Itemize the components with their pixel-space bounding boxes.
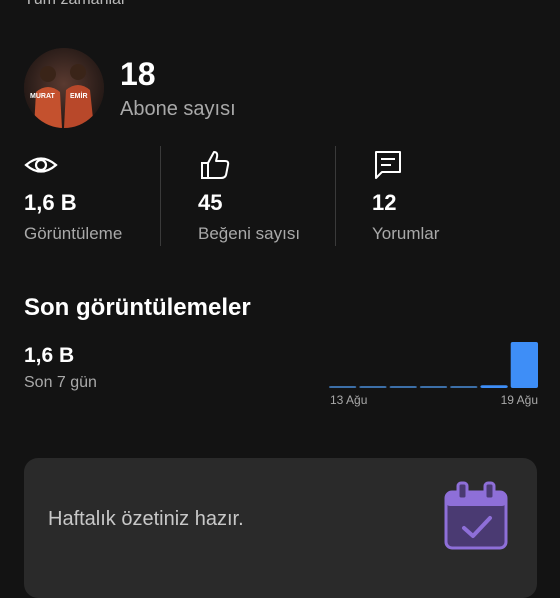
- period-label: Tüm zamanlar: [24, 0, 126, 9]
- stat-likes[interactable]: 45 Beğeni sayısı: [198, 146, 348, 256]
- stat-likes-label: Beğeni sayısı: [198, 224, 301, 243]
- thumbs-up-icon: [201, 151, 230, 179]
- subscriber-label: Abone sayısı: [120, 98, 236, 120]
- chart-bar-17-Ağu: [450, 386, 478, 388]
- chart-bar-16-Ağu: [419, 386, 448, 388]
- weekly-summary-text: Haftalık özetiniz hazır.: [48, 508, 244, 530]
- recent-views-value: 1,6 B: [24, 344, 75, 367]
- stat-views-label: Görüntüleme: [24, 224, 123, 243]
- recent-views-period: Son 7 gün: [24, 374, 97, 391]
- avatar-name-right: EMİR: [70, 92, 88, 100]
- stat-views[interactable]: 1,6 B Görüntüleme: [24, 146, 174, 256]
- weekly-summary-card[interactable]: Haftalık özetiniz hazır.: [24, 458, 537, 598]
- avatar-image: MURAT EMİR: [24, 48, 104, 128]
- stat-views-value: 1,6 B: [24, 190, 77, 215]
- chart-bar-14-Ağu: [359, 386, 387, 388]
- chart-bar-18-Ağu: [480, 385, 508, 388]
- subscriber-count: 18: [120, 56, 156, 92]
- channel-avatar[interactable]: MURAT EMİR: [24, 48, 104, 128]
- recent-views-title: Son görüntülemeler: [24, 294, 251, 321]
- stat-likes-value: 45: [198, 190, 223, 215]
- eye-icon: [24, 157, 58, 173]
- comment-icon: [375, 151, 401, 179]
- avatar-name-left: MURAT: [30, 93, 55, 100]
- stat-comments[interactable]: 12 Yorumlar: [372, 146, 522, 256]
- recent-views-chart[interactable]: 13 Ağu 19 Ağu: [328, 330, 540, 410]
- chart-x-tick-label: 13 Ağu: [330, 393, 367, 407]
- chart-x-tick-label: 19 Ağu: [501, 393, 538, 407]
- stat-comments-value: 12: [372, 190, 397, 215]
- chart-bar-19-Ağu: [510, 342, 538, 388]
- calendar-check-icon: [444, 481, 508, 550]
- stat-divider: [335, 146, 336, 246]
- chart-bar-13-Ağu: [329, 386, 357, 388]
- chart-bar-15-Ağu: [389, 386, 417, 388]
- stat-comments-label: Yorumlar: [372, 224, 440, 243]
- stat-divider: [160, 146, 161, 246]
